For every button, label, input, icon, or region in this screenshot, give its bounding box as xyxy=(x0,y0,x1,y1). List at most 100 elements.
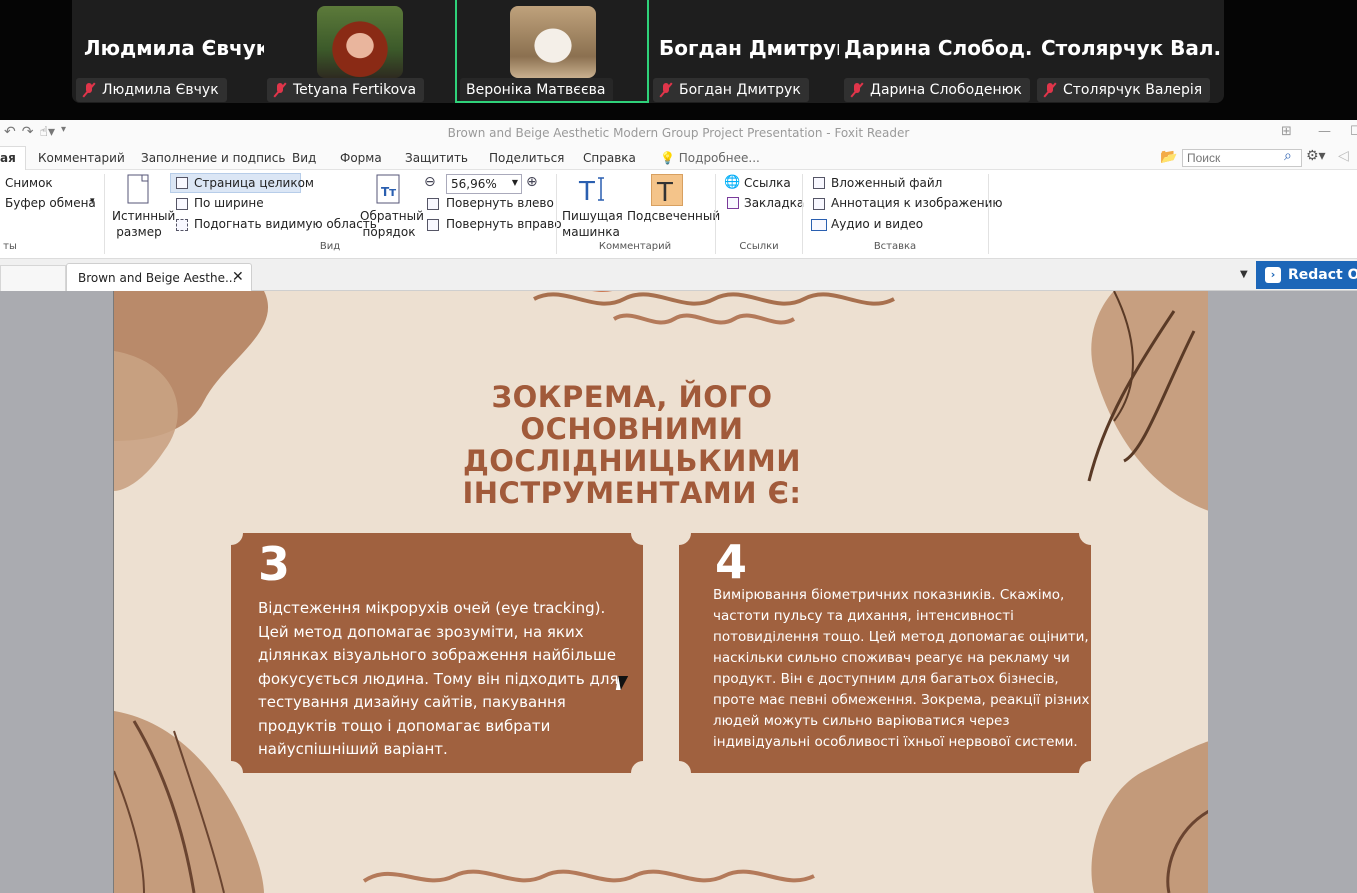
comment-group-label: Комментарий xyxy=(598,241,672,252)
layout-icon[interactable]: ⊞ xyxy=(1281,124,1292,139)
ribbon-toolbar: Снимок Буфер обмена ▾ ты Истинный размер… xyxy=(0,170,1357,259)
card-notch xyxy=(219,521,243,545)
zoom-in-icon[interactable]: ⊕ xyxy=(526,174,538,190)
mic-muted-icon xyxy=(273,82,287,98)
card-notch xyxy=(667,521,691,545)
participant-tile[interactable]: Богдан Дмитрук Богдан Дмитрук xyxy=(649,0,839,103)
rotate-right-button[interactable]: Повернуть вправо xyxy=(446,217,562,231)
info-card-3: 3 Відстеження мікрорухів очей (eye track… xyxy=(219,521,655,785)
gear-icon[interactable]: ⚙▾ xyxy=(1306,148,1326,164)
document-tab-active[interactable]: Brown and Beige Aesthe... ✕ xyxy=(66,263,252,291)
audio-video-button[interactable]: Аудио и видео xyxy=(831,217,923,231)
fit-visible-button[interactable]: Подогнать видимую область xyxy=(194,217,377,231)
paperclip-icon xyxy=(813,177,825,189)
fit-width-button[interactable]: По ширине xyxy=(194,196,264,210)
redact-icon: › xyxy=(1265,267,1281,283)
actual-size-label-1[interactable]: Истинный xyxy=(112,209,175,223)
tab-protect[interactable]: Защитить xyxy=(405,151,468,165)
actual-size-label-2[interactable]: размер xyxy=(112,225,166,239)
typewriter-icon[interactable]: T xyxy=(577,174,607,207)
typewriter-label-2[interactable]: машинка xyxy=(562,225,620,239)
reverse-order-label-1[interactable]: Обратный xyxy=(360,209,424,223)
card-notch xyxy=(667,761,691,785)
participant-name-label: Столярчук Валерія xyxy=(1037,78,1211,102)
fit-width-icon xyxy=(176,198,188,210)
redact-online-button[interactable]: › Redact Or xyxy=(1256,261,1357,289)
actual-size-icon[interactable] xyxy=(125,174,155,206)
lightbulb-icon: 💡 xyxy=(660,151,675,165)
card-notch xyxy=(1079,761,1103,785)
tab-home[interactable]: ая xyxy=(0,151,16,165)
ribbon-separator xyxy=(988,174,989,254)
active-speaker-highlight xyxy=(455,0,649,103)
minimize-icon[interactable]: — xyxy=(1318,124,1331,139)
globe-link-icon: 🌐 xyxy=(724,175,741,190)
mic-muted-icon xyxy=(82,82,96,98)
bookmark-button[interactable]: Закладка xyxy=(744,196,804,210)
card-text: Вимірювання біометричних показників. Ска… xyxy=(713,587,1090,750)
chevron-down-icon: ▼ xyxy=(511,178,518,187)
tab-help[interactable]: Справка xyxy=(583,151,636,165)
svg-text:T: T xyxy=(656,178,673,205)
reverse-order-label-2[interactable]: порядок xyxy=(360,225,418,239)
chevron-down-icon[interactable]: ▾ xyxy=(90,196,95,206)
collapse-ribbon-icon[interactable]: ◁ xyxy=(1338,148,1349,164)
typewriter-label-1[interactable]: Пишущая xyxy=(562,209,623,223)
fit-page-icon xyxy=(176,177,188,189)
attached-file-button[interactable]: Вложенный файл xyxy=(831,176,942,190)
document-tab-start-page[interactable] xyxy=(0,265,66,291)
snapshot-button[interactable]: Снимок xyxy=(5,176,53,190)
zoom-level-select[interactable]: 56,96% ▼ xyxy=(446,174,522,194)
info-card-4: 4 Вимірювання біометричних показників. С… xyxy=(667,521,1103,785)
participant-big-name: Столярчук Вал... xyxy=(1041,36,1221,60)
tab-list-dropdown-icon[interactable]: ▼ xyxy=(1240,269,1248,280)
tab-comment[interactable]: Комментарий xyxy=(38,151,125,165)
highlight-icon[interactable]: T xyxy=(651,174,683,208)
participant-name-label: Tetyana Fertikova xyxy=(267,78,425,102)
maximize-icon[interactable]: ☐ xyxy=(1350,124,1357,139)
close-icon[interactable]: ✕ xyxy=(232,269,244,285)
view-group-label: Вид xyxy=(319,241,341,252)
foxit-reader-window: ↶ ↷ ☝▾ ▾ Brown and Beige Aesthetic Moder… xyxy=(0,120,1357,893)
participant-video-avatar xyxy=(317,6,403,78)
fit-visible-icon xyxy=(176,219,188,231)
card-number: 3 xyxy=(258,537,291,591)
fit-page-button[interactable]: Страница целиком xyxy=(194,176,314,190)
tab-share[interactable]: Поделиться xyxy=(489,151,564,165)
ribbon-separator xyxy=(715,174,716,254)
rotate-left-icon xyxy=(427,198,439,210)
tell-me-more[interactable]: 💡 Подробнее... xyxy=(660,151,760,165)
zoom-out-icon[interactable]: ⊖ xyxy=(424,174,436,190)
window-title: Brown and Beige Aesthetic Modern Group P… xyxy=(447,126,910,140)
participant-tile[interactable]: Людмила Євчук Людмила Євчук xyxy=(72,0,264,103)
mic-muted-icon xyxy=(850,82,864,98)
links-group-label: Ссылки xyxy=(739,241,779,252)
document-viewer[interactable]: ЗОКРЕМА, ЙОГО ОСНОВНИМИ ДОСЛІДНИЦЬКИМИ І… xyxy=(0,291,1357,893)
tools-group-label: ты xyxy=(3,241,17,252)
ribbon-separator xyxy=(802,174,803,254)
clipboard-button[interactable]: Буфер обмена xyxy=(5,196,96,210)
mic-muted-icon xyxy=(659,82,673,98)
svg-text:Tт: Tт xyxy=(381,185,396,199)
tab-view[interactable]: Вид xyxy=(292,151,316,165)
card-notch xyxy=(219,761,243,785)
card-number: 4 xyxy=(715,535,748,589)
reverse-order-icon[interactable]: Tт xyxy=(374,174,404,206)
rotate-right-icon xyxy=(427,219,439,231)
tab-fill-sign[interactable]: Заполнение и подпись xyxy=(141,151,285,165)
highlight-button[interactable]: Подсвеченный xyxy=(627,209,720,223)
image-annotation-icon xyxy=(813,198,825,210)
card-notch xyxy=(1079,521,1103,545)
pdf-page-slide: ЗОКРЕМА, ЙОГО ОСНОВНИМИ ДОСЛІДНИЦЬКИМИ І… xyxy=(113,291,1208,893)
title-bar: ↶ ↷ ☝▾ ▾ Brown and Beige Aesthetic Moder… xyxy=(0,120,1357,146)
ribbon-separator xyxy=(556,174,557,254)
participant-tile[interactable]: Tetyana Fertikova xyxy=(263,0,455,103)
rotate-left-button[interactable]: Повернуть влево xyxy=(446,196,554,210)
tab-form[interactable]: Форма xyxy=(340,151,382,165)
link-button[interactable]: Ссылка xyxy=(744,176,791,190)
search-icon[interactable]: ⌕ xyxy=(1284,148,1292,164)
image-annotation-button[interactable]: Аннотация к изображению xyxy=(831,196,1002,210)
folder-search-icon[interactable]: 📂 xyxy=(1160,149,1177,165)
participant-tile[interactable]: Столярчук Вал... Столярчук Валерія xyxy=(1033,0,1224,103)
participant-tile[interactable]: Дарина Слобод... Дарина Слободенюк xyxy=(840,0,1032,103)
